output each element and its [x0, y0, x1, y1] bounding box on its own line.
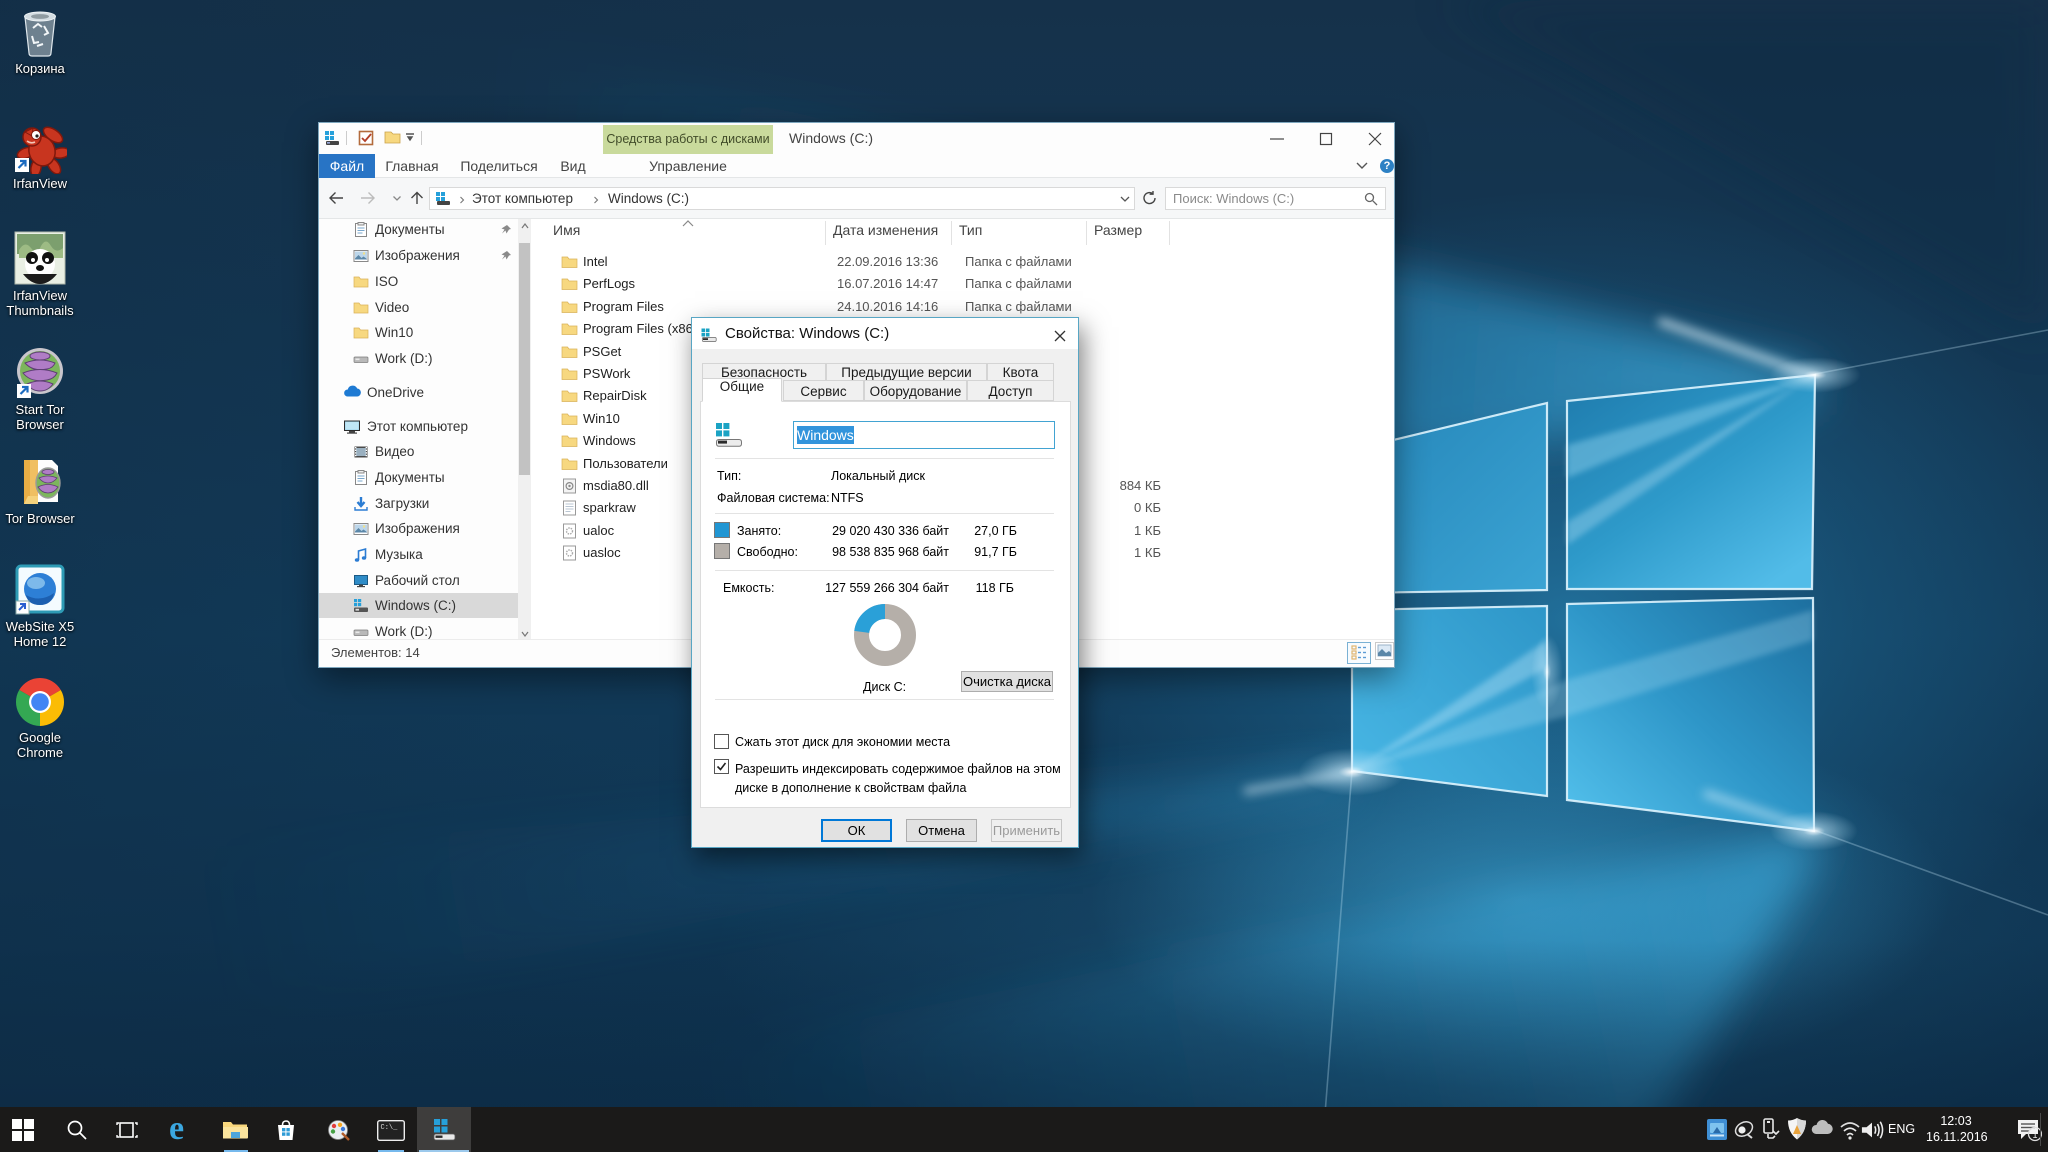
svg-text:C:\_: C:\_: [381, 1124, 399, 1132]
svg-text:1: 1: [2033, 1130, 2038, 1140]
